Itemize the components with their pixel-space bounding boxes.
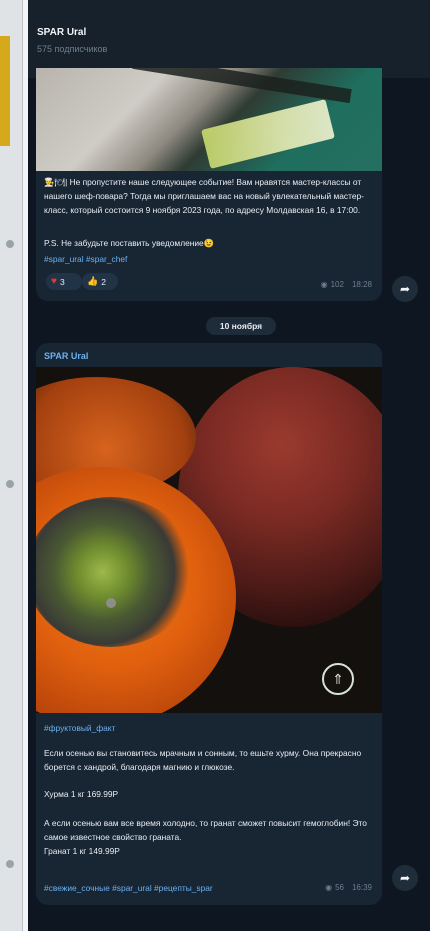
message-feed[interactable]: 👨‍🍳🍽| Не пропустите наше следующее событ…	[28, 68, 430, 931]
date-separator: 10 ноября	[206, 317, 276, 335]
channel-title: SPAR Ural	[37, 27, 87, 38]
chef-emoji: 👨‍🍳🍽	[44, 177, 66, 187]
chat-list-marker	[6, 240, 14, 248]
side-panel-strip	[0, 0, 23, 931]
share-arrow-icon: ➦	[399, 282, 411, 296]
reaction-thumbs-up[interactable]: 👍 2	[82, 273, 118, 290]
share-arrow-icon: ➦	[399, 871, 411, 885]
message-text: Если осенью вы становитесь мрачным и сон…	[44, 748, 362, 772]
photo-detail	[132, 68, 352, 104]
message-time: 16:39	[351, 883, 372, 892]
message-text: А если осенью вам все время холодно, то …	[44, 818, 367, 842]
subscriber-count: 575 подписчиков	[37, 44, 108, 54]
hashtag-links[interactable]: #spar_ural #spar_chef	[44, 254, 127, 264]
thumbs-up-icon: 👍	[87, 276, 99, 286]
hashtag-link[interactable]: #фруктовый_факт	[44, 723, 115, 733]
reaction-heart[interactable]: ♥ 3	[46, 273, 82, 290]
heart-icon: ♥	[51, 276, 57, 287]
reaction-count: 2	[101, 276, 106, 287]
message-text: 👨‍🍳🍽| Не пропустите наше следующее событ…	[44, 177, 364, 215]
view-count: 102	[330, 280, 344, 289]
message-bubble[interactable]: 👨‍🍳🍽| Не пропустите наше следующее событ…	[36, 68, 382, 301]
message-time: 18:28	[351, 280, 372, 289]
message-ps: P.S. Не забудьте поставить уведомление😉	[44, 238, 215, 248]
price-line: Гранат 1 кг 149.99Р	[44, 846, 120, 856]
share-button[interactable]: ➦	[392, 276, 418, 302]
message-meta: ◉ 56 16:39	[325, 883, 372, 892]
persimmon-stem	[106, 598, 116, 608]
chat-list-marker	[6, 860, 14, 868]
chat-list-accent	[0, 36, 10, 146]
chat-list-marker	[6, 480, 14, 488]
share-button[interactable]: ➦	[392, 865, 418, 891]
price-line: Хурма 1 кг 169.99Р	[44, 789, 119, 799]
message-meta: ◉ 102 18:28	[321, 280, 372, 289]
reaction-count: 3	[59, 276, 65, 287]
view-count: 56	[335, 883, 344, 892]
spar-tree-logo: ⇑	[322, 663, 354, 695]
post-photo[interactable]: ⇑	[36, 367, 382, 713]
post-photo[interactable]	[36, 68, 382, 171]
hashtag-links[interactable]: #свежие_сочные #spar_ural #рецепты_spar	[44, 883, 213, 893]
message-bubble[interactable]: SPAR Ural ⇑ #фруктовый_факт Если осенью …	[36, 343, 382, 905]
sender-name[interactable]: SPAR Ural	[44, 351, 88, 361]
eye-icon: ◉	[320, 280, 328, 289]
photo-detail	[201, 99, 335, 169]
eye-icon: ◉	[325, 883, 333, 892]
